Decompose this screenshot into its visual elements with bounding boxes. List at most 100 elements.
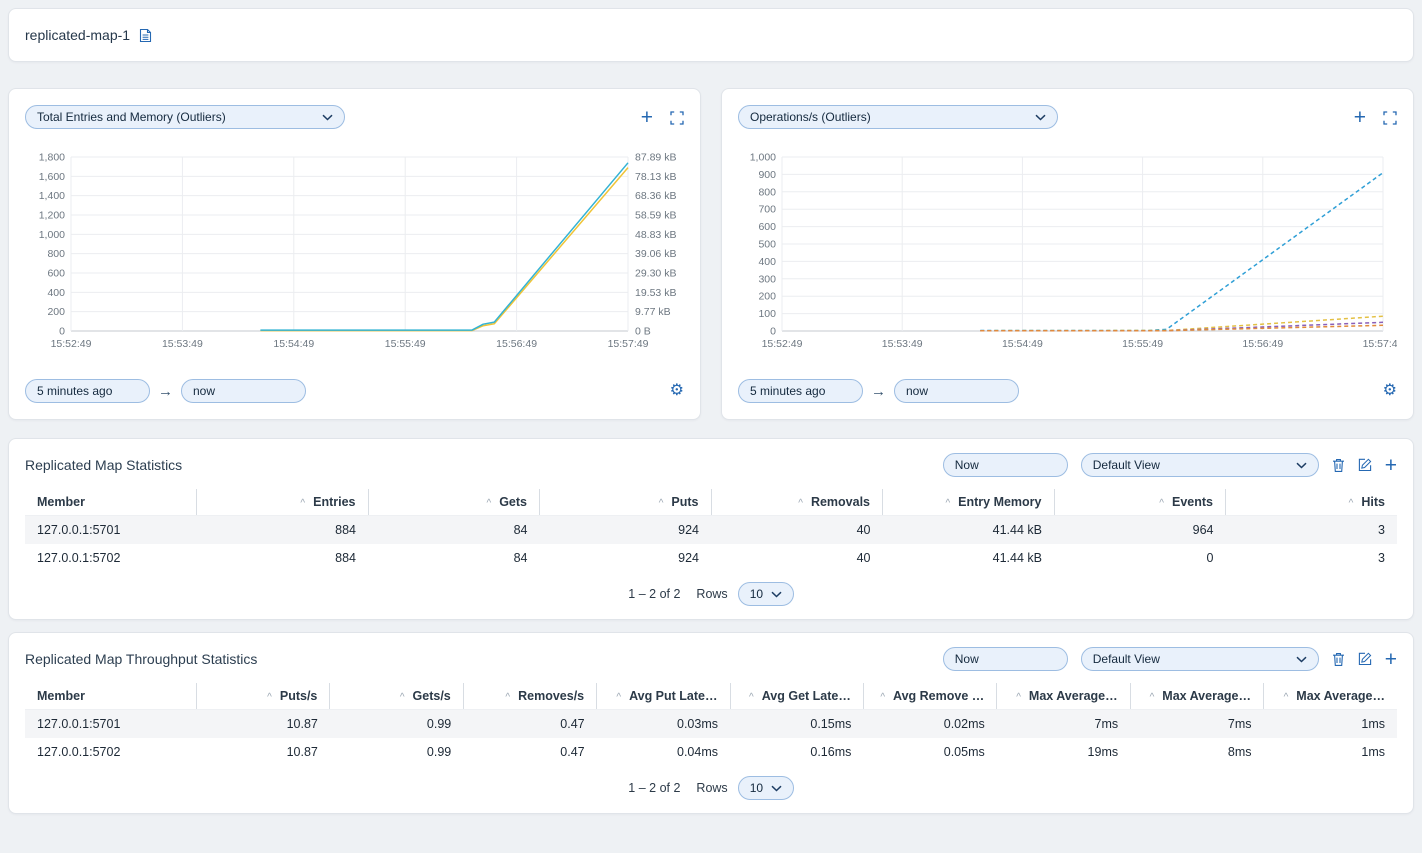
svg-text:100: 100 bbox=[758, 308, 776, 320]
time-from-input[interactable] bbox=[738, 379, 863, 403]
edit-icon bbox=[1358, 458, 1372, 472]
column-header-avg-get-late[interactable]: ^Avg Get Late… bbox=[730, 683, 863, 710]
delete-view-button[interactable] bbox=[1332, 652, 1345, 667]
sort-caret-icon: ^ bbox=[300, 498, 305, 509]
table-row[interactable]: 127.0.0.1:570210.870.990.470.04ms0.16ms0… bbox=[25, 738, 1397, 766]
table-row[interactable]: 127.0.0.1:570110.870.990.470.03ms0.15ms0… bbox=[25, 710, 1397, 739]
time-range-row: → ⚙ bbox=[25, 379, 684, 403]
table-cell: 884 bbox=[197, 544, 369, 572]
document-icon bbox=[139, 28, 152, 43]
chevron-down-icon bbox=[771, 591, 782, 598]
gear-icon: ⚙ bbox=[670, 383, 684, 399]
table-cell: 41.44 kB bbox=[883, 516, 1055, 545]
table-cell: 0.05ms bbox=[863, 738, 996, 766]
view-select[interactable]: Default View bbox=[1081, 647, 1319, 671]
column-header-label: Avg Remove … bbox=[893, 689, 984, 703]
chart-header: Operations/s (Outliers) + bbox=[738, 105, 1397, 129]
svg-text:200: 200 bbox=[47, 306, 65, 318]
plus-icon: + bbox=[1385, 649, 1397, 670]
column-header-entries[interactable]: ^Entries bbox=[197, 489, 369, 516]
stats-table: Member^Entries^Gets^Puts^Removals^Entry … bbox=[25, 489, 1397, 572]
table-cell: 7ms bbox=[997, 710, 1130, 739]
line-chart: 01002003004005006007008009001,00015:52:4… bbox=[738, 131, 1397, 361]
view-select-value: Default View bbox=[1093, 458, 1160, 472]
svg-text:700: 700 bbox=[758, 204, 776, 216]
page-size-select[interactable]: 10 bbox=[738, 582, 794, 606]
time-filter-input[interactable] bbox=[943, 453, 1068, 477]
table-cell: 924 bbox=[540, 544, 712, 572]
add-view-button[interactable]: + bbox=[1385, 649, 1397, 670]
panel-title: Replicated Map Throughput Statistics bbox=[25, 651, 257, 667]
view-select[interactable]: Default View bbox=[1081, 453, 1319, 477]
page-size-value: 10 bbox=[750, 781, 763, 795]
time-from-input[interactable] bbox=[25, 379, 150, 403]
column-header-max-average[interactable]: ^Max Average… bbox=[1130, 683, 1263, 710]
column-header-removals[interactable]: ^Removals bbox=[711, 489, 883, 516]
time-to-input[interactable] bbox=[894, 379, 1019, 403]
fullscreen-button[interactable] bbox=[670, 111, 684, 125]
add-view-button[interactable]: + bbox=[1385, 455, 1397, 476]
table-cell: 84 bbox=[368, 544, 540, 572]
chart-settings-button[interactable]: ⚙ bbox=[1383, 383, 1397, 399]
svg-text:68.36 kB: 68.36 kB bbox=[635, 190, 676, 202]
svg-text:9.77 kB: 9.77 kB bbox=[635, 306, 671, 318]
column-header-avg-put-late[interactable]: ^Avg Put Late… bbox=[597, 683, 730, 710]
svg-text:1,000: 1,000 bbox=[750, 152, 776, 164]
member-cell: 127.0.0.1:5701 bbox=[25, 516, 197, 545]
column-header-puts[interactable]: ^Puts bbox=[540, 489, 712, 516]
column-header-events[interactable]: ^Events bbox=[1054, 489, 1226, 516]
table-header-row: Replicated Map Statistics Default View bbox=[25, 453, 1397, 477]
column-header-label: Removals bbox=[811, 495, 870, 509]
sort-caret-icon: ^ bbox=[1150, 692, 1155, 703]
page-size-select[interactable]: 10 bbox=[738, 776, 794, 800]
table-cell: 3 bbox=[1226, 516, 1398, 545]
delete-view-button[interactable] bbox=[1332, 458, 1345, 473]
table-cell: 7ms bbox=[1130, 710, 1263, 739]
sort-caret-icon: ^ bbox=[1016, 692, 1021, 703]
chart-settings-button[interactable]: ⚙ bbox=[670, 383, 684, 399]
time-filter-input[interactable] bbox=[943, 647, 1068, 671]
column-header-max-average[interactable]: ^Max Average… bbox=[1264, 683, 1398, 710]
add-chart-button[interactable]: + bbox=[641, 107, 653, 128]
column-header-removes-s[interactable]: ^Removes/s bbox=[463, 683, 596, 710]
fullscreen-button[interactable] bbox=[1383, 111, 1397, 125]
add-chart-button[interactable]: + bbox=[1354, 107, 1366, 128]
column-header-avg-remove[interactable]: ^Avg Remove … bbox=[863, 683, 996, 710]
pagination-range: 1 – 2 of 2 bbox=[628, 587, 680, 601]
table-row[interactable]: 127.0.0.1:5701884849244041.44 kB9643 bbox=[25, 516, 1397, 545]
column-header-hits[interactable]: ^Hits bbox=[1226, 489, 1398, 516]
table-cell: 3 bbox=[1226, 544, 1398, 572]
svg-text:48.83 kB: 48.83 kB bbox=[635, 229, 676, 241]
page-title: replicated-map-1 bbox=[25, 27, 130, 43]
svg-text:15:54:49: 15:54:49 bbox=[1002, 338, 1043, 350]
column-header-gets-s[interactable]: ^Gets/s bbox=[330, 683, 463, 710]
svg-text:400: 400 bbox=[47, 287, 65, 299]
column-header-label: Member bbox=[37, 689, 85, 703]
table-row[interactable]: 127.0.0.1:5702884849244041.44 kB03 bbox=[25, 544, 1397, 572]
table-cell: 0.99 bbox=[330, 710, 463, 739]
column-header-label: Puts/s bbox=[280, 689, 318, 703]
map-config-button[interactable] bbox=[139, 28, 152, 43]
table-cell: 19ms bbox=[997, 738, 1130, 766]
svg-text:600: 600 bbox=[758, 221, 776, 233]
column-header-entry-memory[interactable]: ^Entry Memory bbox=[883, 489, 1055, 516]
column-header-member[interactable]: Member bbox=[25, 489, 197, 516]
edit-view-button[interactable] bbox=[1358, 458, 1372, 472]
table-cell: 40 bbox=[711, 544, 883, 572]
table-cell: 10.87 bbox=[197, 710, 330, 739]
column-header-max-average[interactable]: ^Max Average… bbox=[997, 683, 1130, 710]
column-header-puts-s[interactable]: ^ Puts/s bbox=[197, 683, 330, 710]
rows-per-page-group: Rows 10 bbox=[696, 582, 793, 606]
column-header-gets[interactable]: ^Gets bbox=[368, 489, 540, 516]
gear-icon: ⚙ bbox=[1383, 383, 1397, 399]
time-to-input[interactable] bbox=[181, 379, 306, 403]
metric-select[interactable]: Total Entries and Memory (Outliers) bbox=[25, 105, 345, 129]
svg-text:15:57:49: 15:57:49 bbox=[1363, 338, 1397, 350]
object-title-bar: replicated-map-1 bbox=[8, 8, 1414, 62]
edit-view-button[interactable] bbox=[1358, 652, 1372, 666]
sort-caret-icon: ^ bbox=[267, 692, 272, 703]
table-cell: 0.16ms bbox=[730, 738, 863, 766]
column-header-member[interactable]: Member bbox=[25, 683, 197, 710]
member-cell: 127.0.0.1:5701 bbox=[25, 710, 197, 739]
metric-select[interactable]: Operations/s (Outliers) bbox=[738, 105, 1058, 129]
